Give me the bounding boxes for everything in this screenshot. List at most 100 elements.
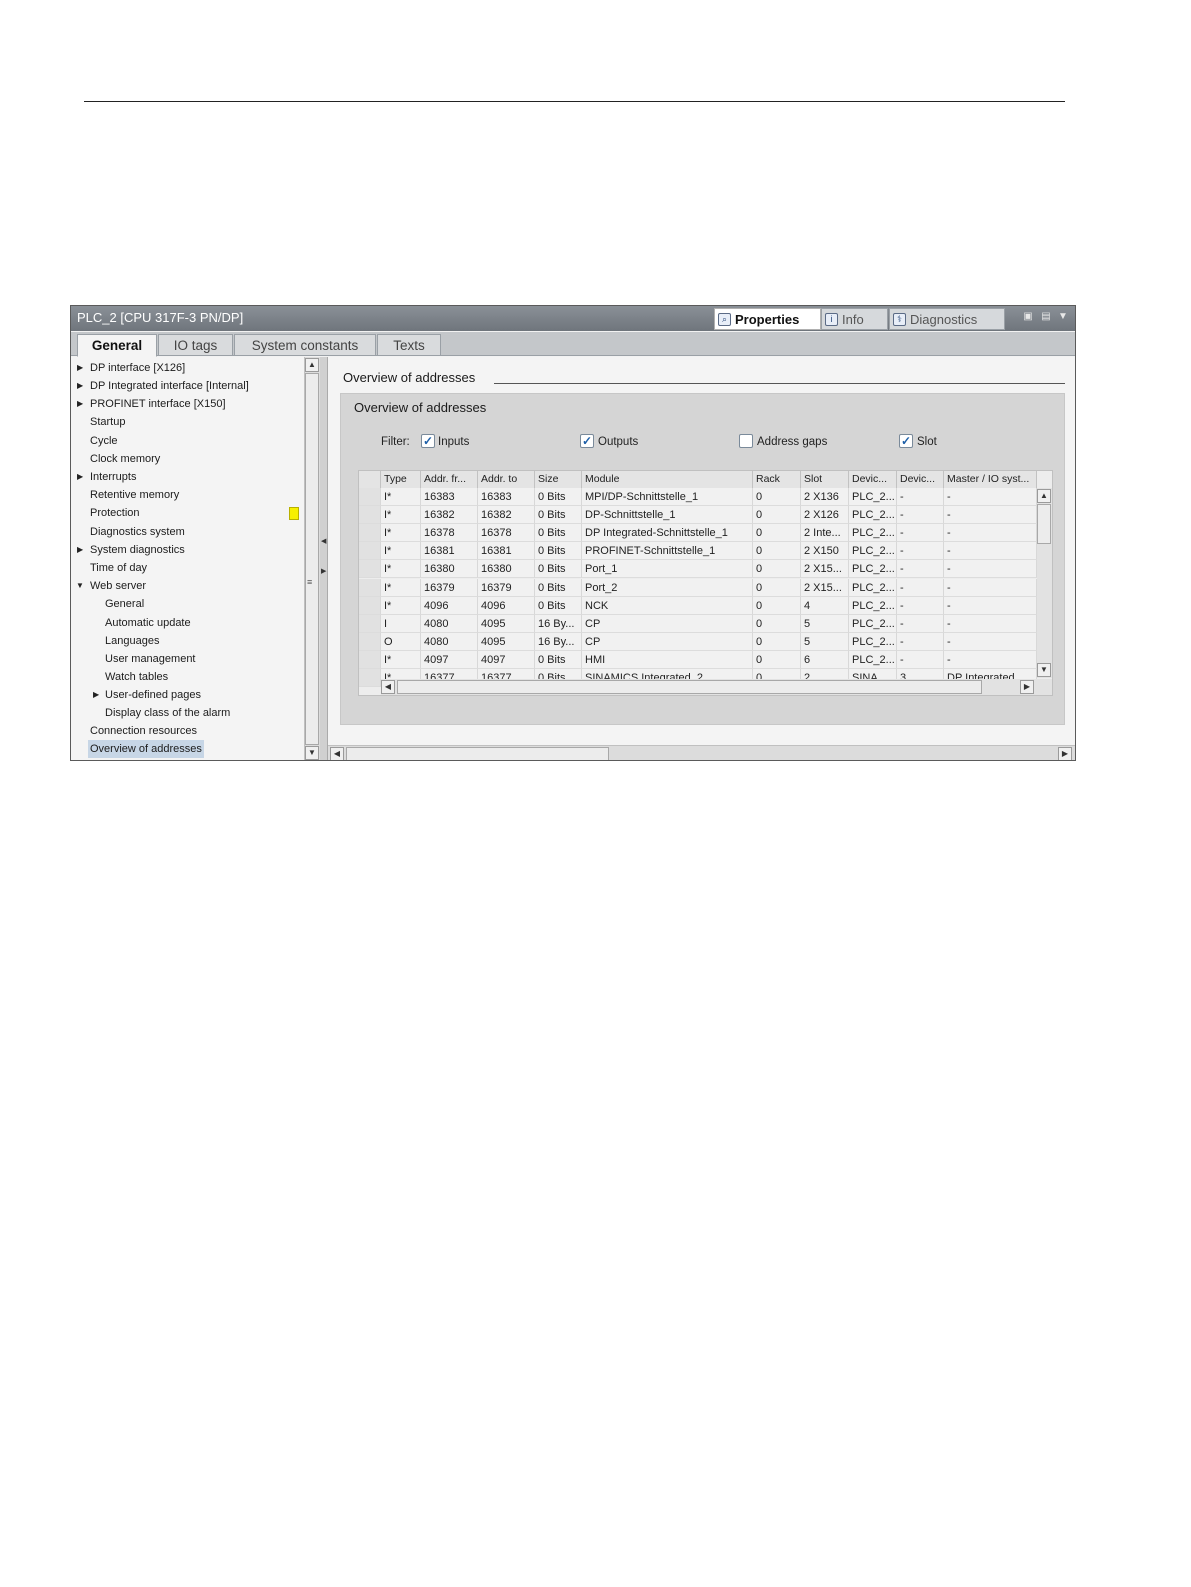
scroll-right-icon[interactable]: ▶ [1058,747,1072,760]
row-header-cell[interactable] [359,632,381,651]
nav-item-diagnostics-system[interactable]: Diagnostics system [71,523,304,541]
nav-item-retentive-memory[interactable]: Retentive memory [71,486,304,504]
nav-item-label: Retentive memory [90,489,180,501]
nav-item-web-server-general[interactable]: General [71,595,304,613]
expand-arrow-icon[interactable]: ▶ [93,686,99,704]
column-header-device-name[interactable]: Devic... [849,471,897,488]
table-row[interactable]: I* 16379 16379 0 Bits Port_2 0 2 X15... PLC_2..… [359,578,1037,597]
nav-item-profinet-interface[interactable]: ▶ PROFINET interface [X150] [71,395,304,413]
slot-checkbox[interactable]: ✓ [899,434,913,448]
nav-item-automatic-update[interactable]: Automatic update [71,614,304,632]
table-row[interactable]: I* 16382 16382 0 Bits DP-Schnittstelle_1 0 2 X… [359,506,1037,525]
inputs-checkbox[interactable]: ✓ [421,434,435,448]
row-header-cell[interactable] [359,596,381,615]
column-header-device-number[interactable]: Devic... [897,471,944,488]
column-header-addr-from[interactable]: Addr. fr... [421,471,478,488]
scroll-up-icon[interactable]: ▲ [1037,489,1051,503]
tab-texts[interactable]: Texts [377,334,441,356]
tab-diagnostics[interactable]: ⚕ Diagnostics [889,308,1005,330]
expand-right-icon[interactable]: ▶ [321,567,326,575]
scroll-up-icon[interactable]: ▲ [305,358,319,372]
nav-item-overview-of-addresses[interactable]: Overview of addresses [71,740,304,758]
table-horizontal-scrollbar[interactable]: ◀ ▶ [381,679,1052,695]
table-vscroll-thumb[interactable] [1037,504,1051,544]
nav-item-watch-tables[interactable]: Watch tables [71,668,304,686]
nav-scroll-thumb[interactable] [305,373,319,745]
table-row[interactable]: I* 16383 16383 0 Bits MPI/DP-Schnittstelle_1… [359,488,1037,506]
cell-master-io-system: - [944,632,1037,651]
panel-menu-chevron-down-icon[interactable]: ▼ [1058,312,1068,322]
cell-addr-to: 4095 [478,632,535,651]
tab-system-constants[interactable]: System constants [234,334,376,356]
nav-item-user-management[interactable]: User management [71,650,304,668]
scroll-down-icon[interactable]: ▼ [305,746,319,760]
row-header-cell[interactable] [359,669,381,687]
nav-item-system-diagnostics[interactable]: ▶ System diagnostics [71,541,304,559]
expand-arrow-icon[interactable]: ▶ [77,541,83,559]
row-header-cell[interactable] [359,650,381,669]
nav-item-display-class-alarm[interactable]: Display class of the alarm [71,704,304,722]
nav-item-cycle[interactable]: Cycle [71,432,304,450]
address-gaps-checkbox[interactable] [739,434,753,448]
cell-rack: 0 [753,578,801,597]
nav-item-protection[interactable]: Protection [71,504,304,522]
tab-properties[interactable]: ⌕ Properties [714,308,821,330]
nav-item-startup[interactable]: Startup [71,413,304,431]
maximize-window-icon[interactable]: ▤ [1041,312,1051,322]
table-row[interactable]: I* 16381 16381 0 Bits PROFINET-Schnittstelle… [359,542,1037,561]
tab-io-tags[interactable]: IO tags [158,334,233,356]
content-hscroll-thumb[interactable] [346,747,609,760]
row-header-cell[interactable] [359,488,381,506]
nav-item-user-defined-pages[interactable]: ▶ User-defined pages [71,686,304,704]
nav-item-web-server[interactable]: ▼ Web server [71,577,304,595]
cell-device-number: - [897,560,944,579]
table-row[interactable]: O 4080 4095 16 By... CP 0 5 PLC_2... - - [359,632,1037,651]
tab-info[interactable]: i Info [821,308,888,330]
scroll-left-icon[interactable]: ◀ [381,680,395,694]
row-header-cell[interactable] [359,524,381,543]
nav-item-connection-resources[interactable]: Connection resources [71,722,304,740]
column-header-slot[interactable]: Slot [801,471,849,488]
collapse-arrow-icon[interactable]: ▼ [76,577,84,595]
nav-item-interrupts[interactable]: ▶ Interrupts [71,468,304,486]
table-row[interactable]: I* 4097 4097 0 Bits HMI 0 6 PLC_2... - - [359,650,1037,669]
cell-master-io-system: - [944,488,1037,506]
nav-item-dp-interface[interactable]: ▶ DP interface [X126] [71,359,304,377]
column-header-rack[interactable]: Rack [753,471,801,488]
expand-arrow-icon[interactable]: ▶ [77,395,83,413]
expand-arrow-icon[interactable]: ▶ [77,359,83,377]
table-row[interactable]: I* 4096 4096 0 Bits NCK 0 4 PLC_2... - - [359,596,1037,615]
column-header-master-io-system[interactable]: Master / IO syst... [944,471,1037,488]
table-vertical-scrollbar[interactable]: ▲ ▼ [1037,488,1052,678]
scroll-down-icon[interactable]: ▼ [1037,663,1051,677]
nav-item-time-of-day[interactable]: Time of day [71,559,304,577]
table-row[interactable]: I 4080 4095 16 By... CP 0 5 PLC_2... - - [359,614,1037,633]
column-header-addr-to[interactable]: Addr. to [478,471,535,488]
panel-splitter[interactable]: ◀ ▶ [320,357,328,760]
restore-window-icon[interactable]: ▣ [1023,312,1033,322]
table-row[interactable]: I* 16380 16380 0 Bits Port_1 0 2 X15... PLC_2..… [359,560,1037,579]
row-header-cell[interactable] [359,578,381,597]
nav-item-languages[interactable]: Languages [71,632,304,650]
table-row[interactable]: I* 16378 16378 0 Bits DP Integrated-Schnitts… [359,524,1037,543]
row-header-cell[interactable] [359,614,381,633]
nav-item-clock-memory[interactable]: Clock memory [71,450,304,468]
row-header-cell[interactable] [359,506,381,525]
column-header-module[interactable]: Module [582,471,753,488]
content-horizontal-scrollbar[interactable]: ◀ ▶ [328,745,1075,760]
column-header-size[interactable]: Size [535,471,582,488]
collapse-left-icon[interactable]: ◀ [321,537,326,545]
cell-type: I* [381,524,421,543]
row-header-cell[interactable] [359,542,381,561]
nav-scrollbar[interactable]: ▲ ≡ ▼ [304,357,320,760]
tab-general[interactable]: General [77,334,157,357]
nav-item-dp-integrated-interface[interactable]: ▶ DP Integrated interface [Internal] [71,377,304,395]
row-header-cell[interactable] [359,560,381,579]
expand-arrow-icon[interactable]: ▶ [77,377,83,395]
table-hscroll-thumb[interactable] [397,680,982,694]
scroll-left-icon[interactable]: ◀ [330,747,344,760]
outputs-checkbox[interactable]: ✓ [580,434,594,448]
column-header-type[interactable]: Type [381,471,421,488]
scroll-right-icon[interactable]: ▶ [1020,680,1034,694]
expand-arrow-icon[interactable]: ▶ [77,468,83,486]
